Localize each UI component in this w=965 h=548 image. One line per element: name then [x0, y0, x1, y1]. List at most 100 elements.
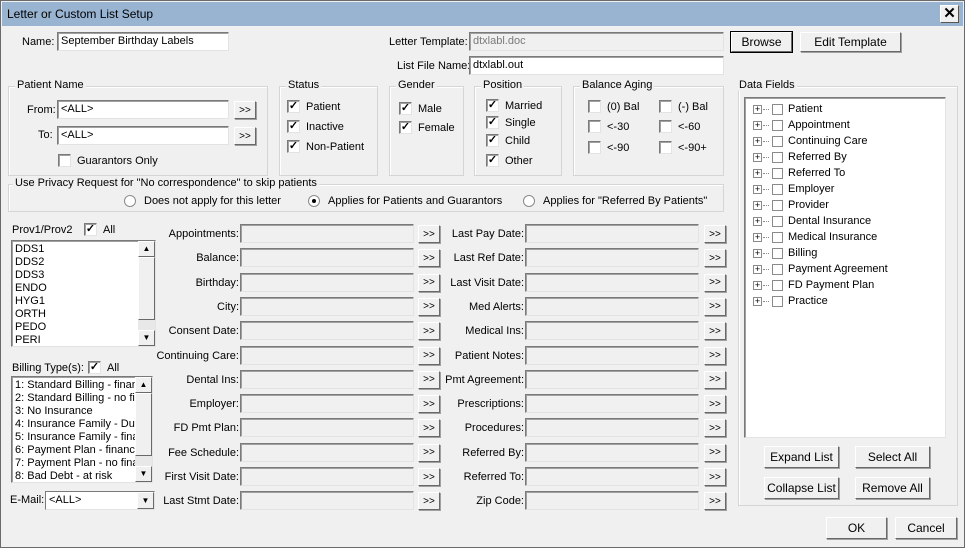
- scroll-down-icon[interactable]: ▼: [135, 466, 152, 482]
- tree-item[interactable]: + Referred By: [753, 149, 847, 165]
- tree-item[interactable]: + Provider: [753, 197, 829, 213]
- tree-item[interactable]: + Appointment: [753, 117, 850, 133]
- tree-checkbox[interactable]: [772, 167, 783, 179]
- list-item[interactable]: 6: Payment Plan - finance: [12, 444, 152, 457]
- chevron-down-icon[interactable]: ▼: [137, 492, 154, 509]
- filter-lookup-button[interactable]: >>: [418, 225, 440, 243]
- tree-checkbox[interactable]: [772, 279, 783, 291]
- aging-90-checkbox[interactable]: <-90: [588, 141, 629, 154]
- list-file-name-input[interactable]: dtxlabl.out: [469, 56, 724, 75]
- list-item[interactable]: 3: No Insurance: [12, 405, 152, 418]
- scroll-thumb[interactable]: [138, 257, 155, 320]
- from-input[interactable]: <ALL>: [57, 100, 229, 119]
- filter-input[interactable]: [240, 394, 414, 414]
- status-inactive-checkbox[interactable]: ✓ Inactive: [287, 120, 344, 133]
- tree-checkbox[interactable]: [772, 103, 783, 115]
- filter-lookup-button[interactable]: >>: [418, 468, 440, 486]
- expand-plus-icon[interactable]: +: [753, 264, 762, 274]
- tree-item[interactable]: + Billing: [753, 245, 817, 261]
- scroll-up-icon[interactable]: ▲: [138, 241, 155, 257]
- tree-checkbox[interactable]: [772, 151, 783, 163]
- providers-scrollbar[interactable]: ▲ ▼: [138, 241, 155, 346]
- letter-template-input[interactable]: dtxlabl.doc: [469, 32, 724, 51]
- filter-input[interactable]: [525, 394, 699, 414]
- filter-input[interactable]: [525, 321, 699, 341]
- list-item[interactable]: 1: Standard Billing - finance: [12, 379, 152, 392]
- expand-plus-icon[interactable]: +: [753, 296, 762, 306]
- status-patient-checkbox[interactable]: ✓ Patient: [287, 100, 340, 113]
- billing-types-listbox[interactable]: 1: Standard Billing - finance 2: Standar…: [11, 376, 153, 483]
- filter-lookup-button[interactable]: >>: [418, 249, 440, 268]
- filter-input[interactable]: [525, 345, 699, 365]
- filter-lookup-button[interactable]: >>: [704, 443, 726, 462]
- filter-lookup-button[interactable]: >>: [704, 273, 726, 292]
- list-item[interactable]: 4: Insurance Family - Dua: [12, 418, 152, 431]
- expand-plus-icon[interactable]: +: [753, 152, 762, 162]
- select-all-button[interactable]: Select All: [855, 446, 930, 468]
- tree-checkbox[interactable]: [772, 231, 783, 243]
- filter-lookup-button[interactable]: >>: [704, 468, 726, 486]
- filter-input[interactable]: [240, 491, 414, 511]
- tree-checkbox[interactable]: [772, 199, 783, 211]
- tree-item[interactable]: + Dental Insurance: [753, 213, 871, 229]
- data-fields-tree[interactable]: + Patient + Appointment + Continuing Care + Ref…: [744, 97, 946, 438]
- filter-input[interactable]: [240, 296, 414, 316]
- remove-all-button[interactable]: Remove All: [855, 477, 930, 499]
- filter-input[interactable]: [525, 296, 699, 316]
- list-item[interactable]: 8: Bad Debt - at risk: [12, 470, 152, 482]
- filter-input[interactable]: [525, 418, 699, 438]
- expand-plus-icon[interactable]: +: [753, 104, 762, 114]
- filter-lookup-button[interactable]: >>: [418, 419, 440, 438]
- list-item[interactable]: DDS1: [12, 243, 155, 256]
- aging-zero-bal-checkbox[interactable]: (0) Bal: [588, 100, 639, 113]
- billing-all-checkbox[interactable]: ✓ All: [88, 361, 119, 374]
- tree-item[interactable]: + Medical Insurance: [753, 229, 877, 245]
- providers-listbox[interactable]: DDS1 DDS2 DDS3 ENDO HYG1 ORTH PEDO PERI …: [11, 240, 156, 347]
- scroll-down-icon[interactable]: ▼: [138, 330, 155, 346]
- filter-lookup-button[interactable]: >>: [704, 419, 726, 438]
- position-child-checkbox[interactable]: ✓ Child: [486, 134, 530, 147]
- guarantors-only-checkbox[interactable]: Guarantors Only: [58, 154, 158, 167]
- status-non-patient-checkbox[interactable]: ✓ Non-Patient: [287, 140, 364, 153]
- filter-lookup-button[interactable]: >>: [418, 370, 440, 389]
- providers-all-checkbox[interactable]: ✓ All: [84, 223, 115, 236]
- privacy-option-referred-by[interactable]: Applies for "Referred By Patients": [523, 195, 707, 207]
- filter-input[interactable]: [240, 224, 414, 243]
- name-input[interactable]: September Birthday Labels: [57, 32, 229, 51]
- tree-checkbox[interactable]: [772, 183, 783, 195]
- tree-item[interactable]: + Referred To: [753, 165, 845, 181]
- filter-input[interactable]: [240, 321, 414, 341]
- filter-lookup-button[interactable]: >>: [704, 492, 726, 511]
- filter-lookup-button[interactable]: >>: [704, 346, 726, 365]
- expand-list-button[interactable]: Expand List: [764, 446, 839, 468]
- expand-plus-icon[interactable]: +: [753, 248, 762, 258]
- expand-plus-icon[interactable]: +: [753, 216, 762, 226]
- gender-female-checkbox[interactable]: ✓ Female: [399, 121, 455, 134]
- aging-90-plus-checkbox[interactable]: <-90+: [659, 141, 707, 154]
- ok-button[interactable]: OK: [826, 517, 887, 539]
- tree-checkbox[interactable]: [772, 119, 783, 131]
- filter-input[interactable]: [525, 442, 699, 462]
- filter-input[interactable]: [240, 418, 414, 438]
- position-single-checkbox[interactable]: ✓ Single: [486, 116, 536, 129]
- list-item[interactable]: DDS3: [12, 269, 155, 282]
- expand-plus-icon[interactable]: +: [753, 136, 762, 146]
- filter-lookup-button[interactable]: >>: [704, 249, 726, 268]
- tree-item[interactable]: + Patient: [753, 101, 822, 117]
- list-item[interactable]: 5: Insurance Family - finar: [12, 431, 152, 444]
- filter-input[interactable]: [525, 467, 699, 486]
- filter-lookup-button[interactable]: >>: [418, 395, 440, 414]
- tree-item[interactable]: + Payment Agreement: [753, 261, 888, 277]
- filter-lookup-button[interactable]: >>: [704, 370, 726, 389]
- filter-input[interactable]: [240, 345, 414, 365]
- expand-plus-icon[interactable]: +: [753, 120, 762, 130]
- to-lookup-button[interactable]: >>: [234, 127, 256, 145]
- filter-lookup-button[interactable]: >>: [704, 225, 726, 243]
- expand-plus-icon[interactable]: +: [753, 200, 762, 210]
- scroll-thumb[interactable]: [135, 393, 152, 456]
- close-button[interactable]: ✕: [940, 5, 959, 23]
- tree-item[interactable]: + FD Payment Plan: [753, 277, 874, 293]
- email-select[interactable]: <ALL> ▼: [45, 491, 155, 510]
- tree-checkbox[interactable]: [772, 215, 783, 227]
- filter-lookup-button[interactable]: >>: [418, 297, 440, 316]
